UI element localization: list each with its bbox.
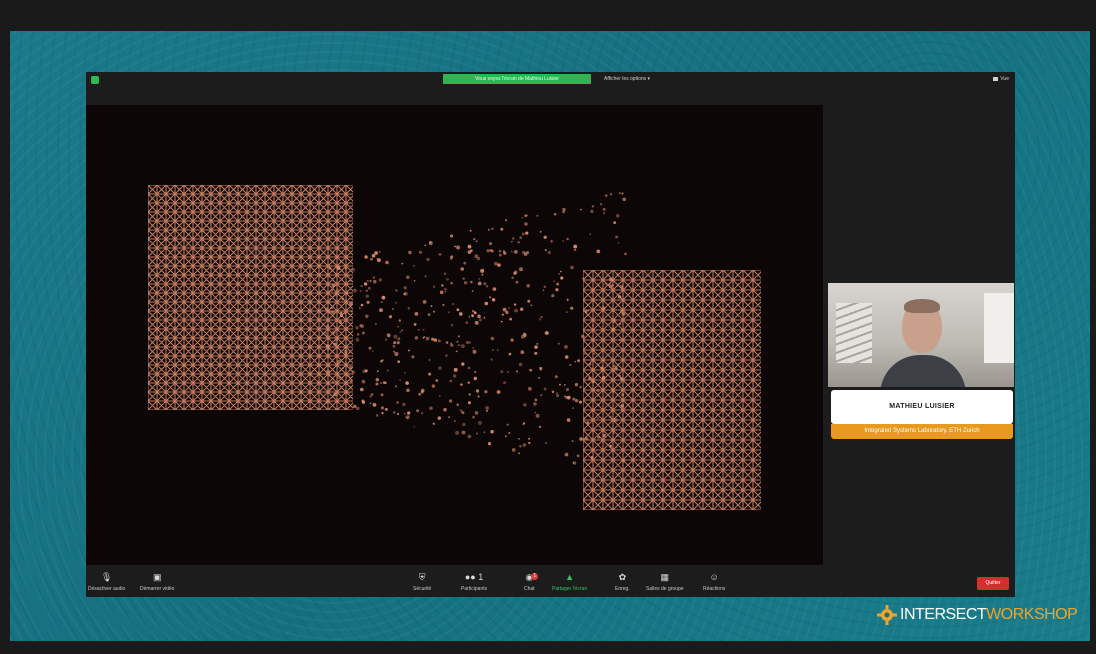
view-label: Vue <box>1000 76 1009 82</box>
record-label: Enreg. <box>615 586 630 592</box>
screen-share-banner[interactable]: Vous voyez l'écran de Mathieu Luisier <box>443 74 591 84</box>
view-options-button[interactable]: Afficher les options ▾ <box>604 74 650 84</box>
meeting-top-bar: Vous voyez l'écran de Mathieu Luisier Af… <box>86 72 1015 88</box>
speaker-hair <box>904 299 940 313</box>
record-icon: ✿ <box>618 572 627 582</box>
chat-label: Chat <box>524 586 535 592</box>
people-icon: ●● 1 <box>464 572 484 582</box>
background-window <box>984 293 1014 363</box>
participants-count: 1 <box>478 572 484 582</box>
reactions-label: Réactions <box>703 586 726 592</box>
mute-audio-button[interactable]: 🎙 Désactiver audio <box>88 572 125 592</box>
crystal-lattice <box>583 270 761 510</box>
shared-screen <box>86 105 823 565</box>
participants-button[interactable]: ●● 1 Participants <box>461 572 487 592</box>
chat-badge: 1 <box>531 573 539 580</box>
intersect-workshop-logo: INTERSECT WORKSHOP <box>876 600 1078 630</box>
microphone-icon: 🎙 <box>100 572 113 582</box>
view-options-label: Afficher les options <box>604 76 647 82</box>
brand-part2: WORKSHOP <box>986 606 1078 623</box>
breakout-rooms-label: Salles de groupe <box>646 586 684 592</box>
encryption-shield-icon[interactable] <box>91 76 99 84</box>
brand-part1: INTERSECT <box>900 606 987 623</box>
shield-icon: ⛨ <box>418 572 426 582</box>
video-camera-icon: ▣ <box>152 572 162 582</box>
grid-icon: ▦ <box>660 572 670 582</box>
view-button[interactable]: Vue <box>993 76 1009 82</box>
security-button[interactable]: ⛨ Sécurité <box>413 572 431 592</box>
leave-meeting-button[interactable]: Quitter <box>977 577 1009 590</box>
participants-label: Participants <box>461 586 488 592</box>
start-video-button[interactable]: ▣ Démarrer vidéo <box>140 572 174 592</box>
speaker-name-card: MATHIEU LUISIER <box>831 390 1013 424</box>
intersect-gear-icon <box>877 605 897 625</box>
mute-audio-label: Désactiver audio <box>88 586 126 592</box>
share-screen-label: Partager l'écran <box>552 586 588 592</box>
background-staircase <box>836 303 872 363</box>
speaker-body <box>880 355 966 387</box>
meeting-toolbar: 🎙 Désactiver audio ▣ Démarrer vidéo ⛨ Sé… <box>86 569 1015 597</box>
share-screen-button[interactable]: ▲ Partager l'écran <box>552 572 587 592</box>
speaker-name: MATHIEU LUISIER <box>889 403 955 410</box>
zoom-window: Vous voyez l'écran de Mathieu Luisier Af… <box>86 72 1015 597</box>
record-button[interactable]: ✿ Enreg. <box>615 572 630 592</box>
speaker-affiliation: Integrated Systems Laboratory, ETH Zuric… <box>831 424 1013 439</box>
reactions-button[interactable]: ☺ Réactions <box>703 572 725 592</box>
share-screen-icon: ▲ <box>565 572 575 582</box>
grid-view-icon <box>993 76 999 81</box>
security-label: Sécurité <box>413 586 432 592</box>
smiley-icon: ☺ <box>709 572 719 582</box>
speaker-video-tile[interactable] <box>828 283 1014 387</box>
breakout-rooms-button[interactable]: ▦ Salles de groupe <box>646 572 684 592</box>
chat-button[interactable]: ◉ 1 Chat <box>524 572 539 592</box>
start-video-label: Démarrer vidéo <box>140 586 175 592</box>
scattered-atoms <box>324 192 627 475</box>
molecular-simulation-visual <box>148 185 761 510</box>
